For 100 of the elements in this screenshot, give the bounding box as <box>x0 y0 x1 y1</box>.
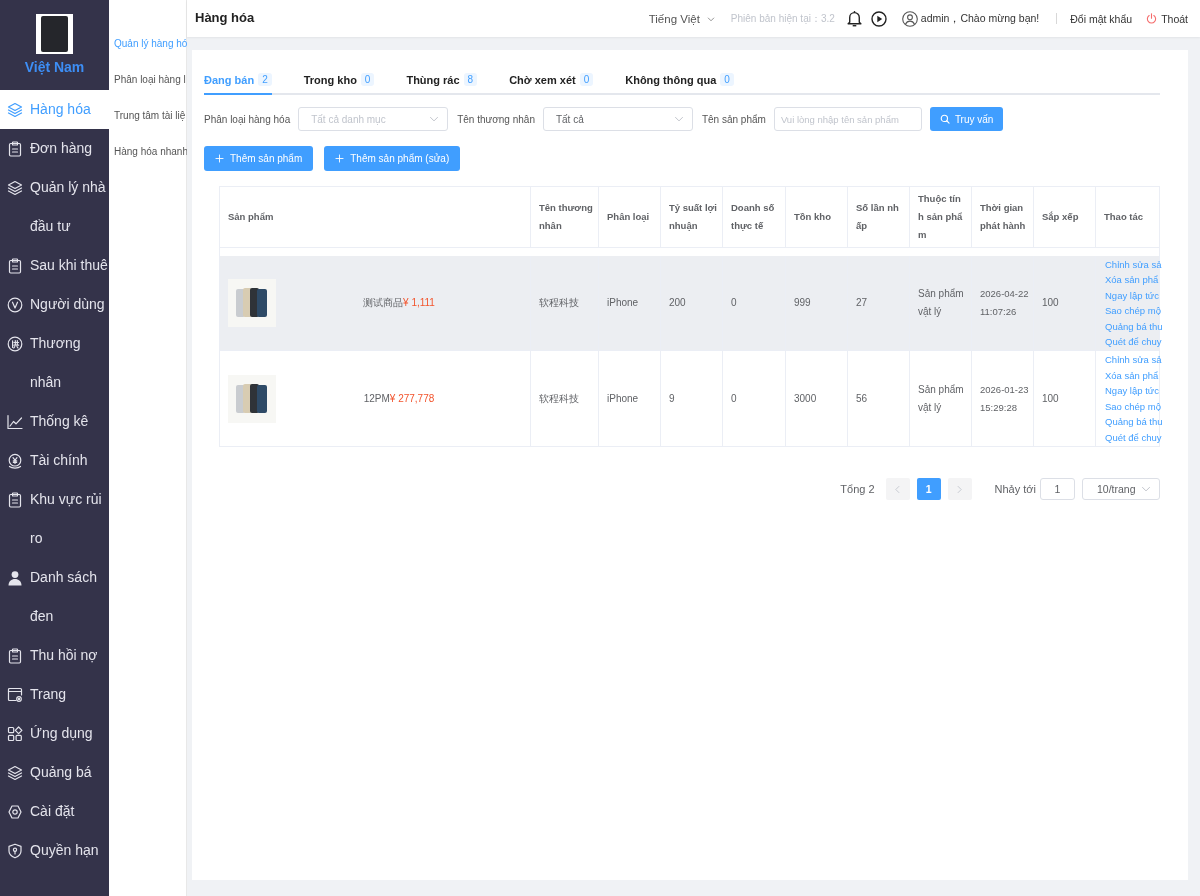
sidebar-item[interactable]: Trang <box>0 675 109 714</box>
submenu-item[interactable]: Hàng hóa nhanh <box>109 134 186 170</box>
table-cell: 2026-01-23 15:29:28 <box>972 351 1034 446</box>
table-cell: 2026-04-22 11:07:26 <box>972 256 1034 350</box>
table-cell: 100 <box>1034 256 1096 350</box>
column-header: Số lần nhấp <box>848 187 910 248</box>
line-chart-icon <box>7 413 23 430</box>
logo-image <box>36 14 73 54</box>
table-cell: iPhone <box>599 256 661 350</box>
jump-page-field[interactable]: 1 <box>1040 478 1075 500</box>
count-badge: 8 <box>463 73 478 86</box>
total-count: Tổng 2 <box>840 483 875 495</box>
clipboard-icon <box>7 491 23 508</box>
column-header: Thao tác <box>1096 187 1159 248</box>
chevron-left-icon <box>893 484 903 494</box>
page-size-select[interactable]: 10/trang <box>1082 478 1160 500</box>
settings-icon <box>7 803 23 820</box>
table-cell: 200 <box>661 256 723 350</box>
v-circle-icon <box>7 296 23 313</box>
submenu-item[interactable]: Phân loại hàng l <box>109 62 186 98</box>
product-photo <box>228 374 276 423</box>
coin-icon <box>7 452 23 469</box>
brand-name: Việt Nam <box>24 59 85 75</box>
tab[interactable]: Không thông qua 0 <box>625 73 734 95</box>
version-text: Phiên bản hiện tại：3.2 <box>730 11 835 26</box>
count-badge: 0 <box>720 73 734 86</box>
chevron-down-icon <box>1141 484 1151 494</box>
tab[interactable]: Thùng rác 8 <box>406 73 478 95</box>
user-circle-icon[interactable] <box>901 10 918 27</box>
table-cell: 3000 <box>786 351 848 446</box>
table-cell: iPhone <box>599 351 661 446</box>
count-badge: 0 <box>579 73 594 86</box>
table-cell: 软程科技 <box>531 351 599 446</box>
chevron-down-icon <box>706 14 715 23</box>
select-field[interactable]: Tất cả <box>542 107 693 131</box>
notification-bell-icon[interactable] <box>845 10 863 27</box>
seal-icon <box>7 335 23 352</box>
sidebar-item[interactable]: Khu vực rủi ro <box>0 480 109 558</box>
table-cell: 软程科技 <box>531 256 599 350</box>
column-header: Tỷ suất lợi nhuận <box>661 187 723 248</box>
product-photo <box>228 279 276 327</box>
language-select[interactable]: Tiếng Việt <box>648 12 715 25</box>
apps-grid-icon <box>7 725 23 742</box>
filter-label: Phân loại hàng hóa <box>204 113 291 125</box>
sidebar-item[interactable]: Thương nhân <box>0 324 109 402</box>
product-name: 12PM <box>363 392 390 404</box>
plus-icon <box>335 154 345 163</box>
chevron-down-icon <box>673 114 684 124</box>
sidebar-item[interactable]: Thống kê <box>0 402 109 441</box>
sidebar-item[interactable]: Người dùng <box>0 285 109 324</box>
sidebar-item[interactable]: Sau khi thuê <box>0 246 109 285</box>
count-badge: 0 <box>360 73 375 86</box>
table-cell: 100 <box>1034 351 1096 446</box>
sidebar-item[interactable]: Danh sách đen <box>0 558 109 636</box>
layers-icon <box>7 179 23 196</box>
layers-icon <box>7 101 23 118</box>
window-icon <box>7 686 23 703</box>
column-header: Doanh số thực tế <box>723 187 786 248</box>
sidebar-item[interactable]: Tài chính <box>0 441 109 480</box>
table-cell: 56 <box>848 351 910 446</box>
table-cell: 999 <box>786 256 848 350</box>
filter-label: Tên thương nhân <box>457 113 535 125</box>
table-cell: 0 <box>723 256 786 350</box>
layers-icon <box>7 764 23 781</box>
filter-label: Tên sản phẩm <box>701 113 766 125</box>
column-header: Sản phẩm <box>220 187 531 248</box>
power-icon <box>1146 13 1158 24</box>
column-header: Thuộc tính sản phẩm <box>910 187 972 248</box>
column-header: Tồn kho <box>786 187 848 248</box>
tab[interactable]: Chờ xem xét 0 <box>509 73 594 95</box>
chevron-right-icon <box>955 484 965 494</box>
submenu-item[interactable]: Trung tâm tài liệ <box>109 98 186 134</box>
sidebar-item[interactable]: Quảng bá <box>0 753 109 792</box>
search-icon <box>939 114 950 124</box>
jump-label: Nhảy tới <box>994 483 1036 495</box>
play-circle-icon[interactable] <box>870 10 887 27</box>
column-header: Phân loại <box>599 187 661 248</box>
table-cell: Sản phẩm vật lý <box>910 351 972 446</box>
table-cell: 9 <box>661 351 723 446</box>
sidebar-item[interactable]: Đơn hàng <box>0 129 109 168</box>
plus-icon <box>215 154 224 163</box>
sidebar-item[interactable]: Cài đặt <box>0 792 109 831</box>
clipboard-icon <box>7 647 23 664</box>
column-header: Sắp xếp <box>1034 187 1096 248</box>
logout-button[interactable]: Thoát <box>1146 12 1188 25</box>
table-cell: Sản phẩm vật lý <box>910 256 972 350</box>
sidebar-item[interactable]: Quản lý nhà đầu tư <box>0 168 109 246</box>
tab[interactable]: Trong kho 0 <box>303 73 375 95</box>
product-price: ¥ 1,111 <box>403 297 435 308</box>
sidebar-item[interactable]: Quyền hạn <box>0 831 109 870</box>
sidebar-item[interactable]: Ứng dụng <box>0 714 109 753</box>
count-badge: 2 <box>258 73 272 86</box>
table-cell: 27 <box>848 256 910 350</box>
change-password-link[interactable]: Đổi mật khẩu <box>1070 12 1133 25</box>
column-header: Tên thương nhân <box>531 187 599 248</box>
sidebar-item[interactable]: Thu hồi nợ <box>0 636 109 675</box>
column-header: Thời gian phát hành <box>972 187 1034 248</box>
clipboard-icon <box>7 140 23 157</box>
shield-icon <box>7 842 23 859</box>
page-title: Hàng hóa <box>195 10 255 25</box>
